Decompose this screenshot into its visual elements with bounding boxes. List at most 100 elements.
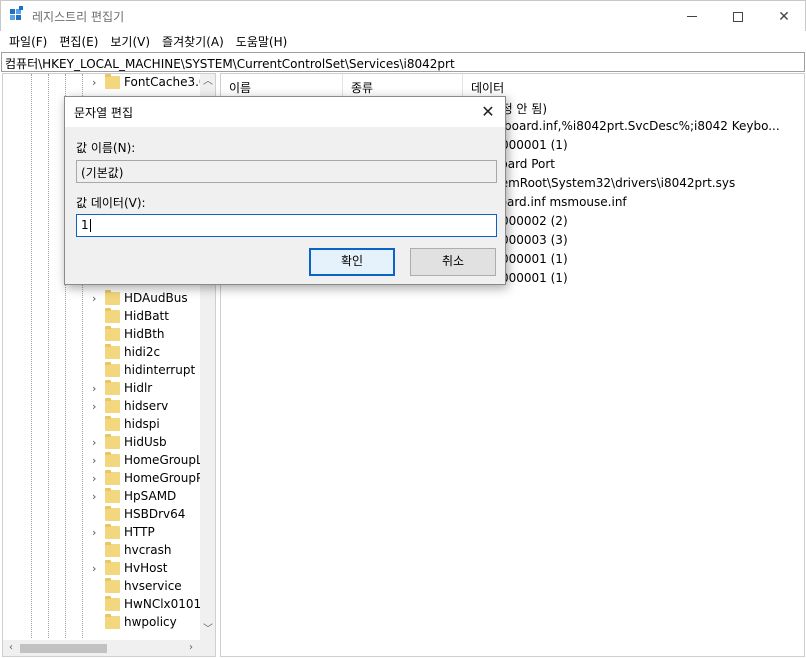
value-data-input[interactable]: 1 [76,214,497,237]
tree-item[interactable]: › HDAudBus [3,290,203,308]
maximize-icon [733,11,743,22]
value-name-field: (기본값) [76,160,497,183]
folder-icon [105,614,120,629]
cancel-button[interactable]: 취소 [410,248,496,276]
scroll-right-icon[interactable]: › [183,640,199,656]
text-caret [89,219,91,232]
tree-item[interactable]: › HpSAMD [3,488,203,506]
scroll-left-icon[interactable]: ‹ [3,640,19,656]
close-button[interactable]: ✕ [761,1,806,32]
menu-favorites[interactable]: 즐겨찾기(A) [156,33,230,50]
column-header-name[interactable]: 이름 [221,74,343,98]
tree-item-label: HomeGroupPr [124,471,208,485]
tree-item-label: hidspi [124,417,160,431]
tree-item[interactable]: hwpolicy [3,614,203,632]
tree-item-label: HpSAMD [124,489,177,503]
folder-icon [105,380,120,395]
chevron-right-icon[interactable]: › [92,76,102,90]
menu-bar: 파일(F) 편집(E) 보기(V) 즐겨찾기(A) 도움말(H) [0,31,806,51]
chevron-right-icon[interactable]: › [92,400,102,414]
chevron-right-icon[interactable]: › [92,472,102,486]
dialog-title: 문자열 편집 [74,106,134,120]
folder-icon [105,74,120,89]
folder-icon [105,470,120,485]
tree-item-label: hwpolicy [124,615,177,629]
tree-item[interactable]: HSBDrv64 [3,506,203,524]
folder-icon [105,578,120,593]
maximize-button[interactable] [715,1,761,32]
horizontal-scroll-thumb[interactable] [20,644,107,653]
tree-item[interactable]: hidinterrupt [3,362,203,380]
window-title: 레지스트리 편집기 [32,10,125,24]
chevron-right-icon[interactable]: › [92,436,102,450]
tree-item[interactable]: HidBatt [3,308,203,326]
tree-item[interactable]: › HomeGroupLi [3,452,206,470]
tree-item-label: HidBatt [124,309,169,323]
tree-item-label: HwNClx0101 [124,597,202,611]
value-data-cell: \SystemRoot\System32\drivers\i8042prt.sy… [471,176,736,190]
folder-icon [105,434,120,449]
chevron-right-icon[interactable]: › [92,292,102,306]
tree-item[interactable]: HidBth [3,326,203,344]
tree-item-label: HvHost [124,561,168,575]
folder-icon [105,416,120,431]
chevron-right-icon[interactable]: › [92,490,102,504]
tree-item[interactable]: hidspi [3,416,203,434]
minimize-button[interactable] [669,1,715,32]
tree-item[interactable]: › FontCache3.0 [3,74,207,92]
tree-item[interactable]: HwNClx0101 [3,596,203,614]
tree-horizontal-scrollbar[interactable]: ‹ › [3,640,215,656]
tree-item-label: hidi2c [124,345,161,359]
folder-icon [105,452,120,467]
chevron-right-icon[interactable]: › [92,526,102,540]
dialog-title-bar: 문자열 편집 ✕ [65,97,505,127]
menu-file[interactable]: 파일(F) [3,33,53,50]
close-icon: ✕ [481,102,495,121]
scroll-down-icon[interactable]: ﹀ [200,622,215,638]
folder-icon [105,326,120,341]
tree-item[interactable]: › Hidlr [3,380,203,398]
tree-item[interactable]: hvcrash [3,542,203,560]
value-data-label: 값 데이터(V): [76,196,146,210]
tree-item[interactable]: hvservice [3,578,203,596]
tree-item[interactable]: › HidUsb [3,434,203,452]
minimize-icon [687,16,697,17]
registry-editor-icon [10,6,24,23]
folder-icon [105,560,120,575]
close-icon: ✕ [778,8,790,25]
tree-item-label: HSBDrv64 [124,507,186,521]
folder-icon [105,506,120,521]
folder-icon [105,398,120,413]
tree-item-label: HTTP [124,525,155,539]
tree-item-label: hvservice [124,579,182,593]
value-data-cell: @keyboard.inf,%i8042prt.SvcDesc%;i8042 K… [471,119,780,133]
address-bar[interactable]: 컴퓨터\HKEY_LOCAL_MACHINE\SYSTEM\CurrentCon… [1,52,805,72]
chevron-right-icon[interactable]: › [92,562,102,576]
column-header-data[interactable]: 데이터 [463,74,803,98]
tree-item[interactable]: › HomeGroupPr [3,470,208,488]
tree-item-label: FontCache3.0 [124,75,207,89]
tree-item[interactable]: › HvHost [3,560,203,578]
column-header-type[interactable]: 종류 [343,74,463,98]
menu-edit[interactable]: 편집(E) [53,33,104,50]
tree-item[interactable]: › HTTP [3,524,203,542]
tree-item[interactable]: › hidserv [3,398,203,416]
ok-button[interactable]: 확인 [309,248,395,276]
menu-view[interactable]: 보기(V) [104,33,156,50]
tree-item[interactable]: hidi2c [3,344,203,362]
tree-item-label: hvcrash [124,543,172,557]
folder-icon [105,362,120,377]
folder-icon [105,308,120,323]
value-data-text: 1 [81,218,89,232]
dialog-close-button[interactable]: ✕ [475,100,501,124]
value-name-label: 값 이름(N): [76,141,136,155]
chevron-right-icon[interactable]: › [92,454,102,468]
folder-icon [105,344,120,359]
edit-string-dialog: 문자열 편집 ✕ 값 이름(N): (기본값) 값 데이터(V): 1 확인 취… [64,96,506,285]
folder-icon [105,290,120,305]
menu-help[interactable]: 도움말(H) [230,33,294,50]
chevron-right-icon[interactable]: › [92,382,102,396]
folder-icon [105,488,120,503]
scroll-up-icon[interactable]: ︿ [200,74,215,90]
tree-item-label: hidinterrupt [124,363,196,377]
